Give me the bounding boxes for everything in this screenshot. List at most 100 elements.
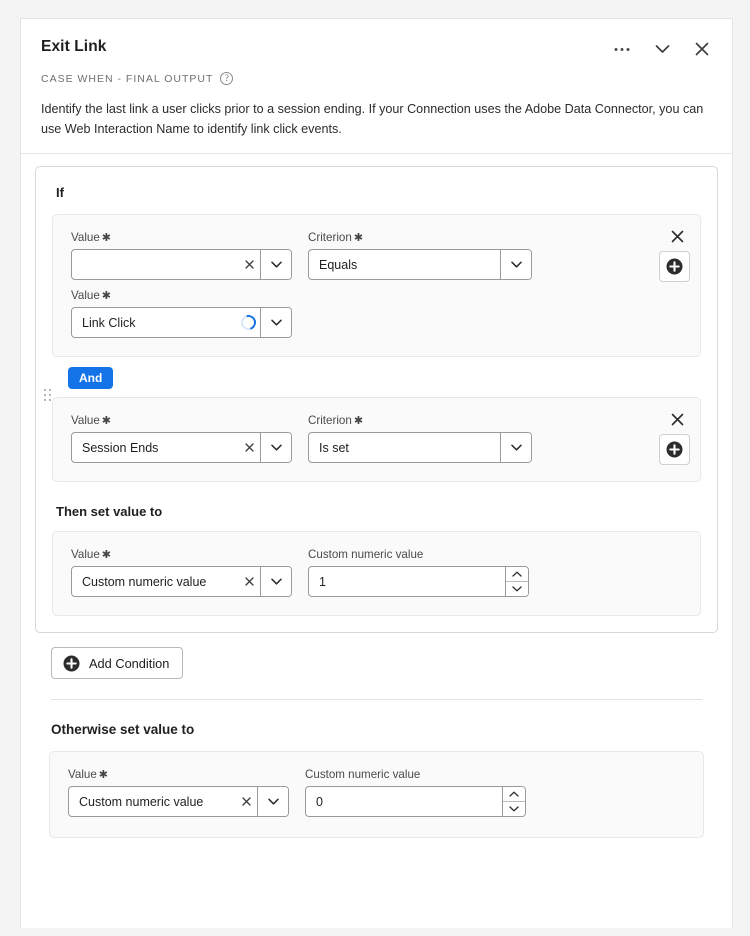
drag-handle-icon[interactable] bbox=[44, 389, 52, 407]
criterion-combobox-1-text[interactable]: Equals bbox=[309, 250, 500, 279]
operator-row: And bbox=[44, 367, 701, 401]
panel-description: Identify the last link a user clicks pri… bbox=[41, 102, 704, 136]
label-text: Value bbox=[71, 231, 100, 244]
value-combobox-2-text[interactable]: Session Ends bbox=[72, 433, 238, 462]
chevron-down-icon[interactable] bbox=[257, 787, 288, 816]
otherwise-value-combobox-text[interactable]: Custom numeric value bbox=[69, 787, 235, 816]
criterion-combobox-2-text[interactable]: Is set bbox=[309, 433, 500, 462]
value-combobox-1b-text[interactable]: Link Click bbox=[72, 308, 236, 337]
criterion-field-group-2: Criterion ✱ Is set bbox=[308, 414, 532, 463]
chevron-down-icon[interactable] bbox=[260, 433, 291, 462]
condition-group-1: Value ✱ Value ✱ Link Click Criterion ✱ E… bbox=[52, 214, 701, 357]
chevron-down-icon[interactable] bbox=[500, 433, 531, 462]
label-text: Value bbox=[68, 768, 97, 781]
field-label: Value ✱ bbox=[71, 289, 292, 302]
then-numeric-input-value[interactable]: 1 bbox=[309, 567, 505, 596]
page-title: Exit Link bbox=[41, 38, 107, 55]
otherwise-numeric-stepper bbox=[502, 787, 525, 816]
ellipsis-icon[interactable] bbox=[612, 39, 632, 59]
then-value-field-group: Value ✱ Custom numeric value bbox=[71, 548, 292, 597]
if-section-label: If bbox=[56, 185, 64, 200]
then-numeric-input[interactable]: 1 bbox=[308, 566, 529, 597]
chevron-down-icon[interactable] bbox=[506, 582, 528, 596]
loading-spinner-icon bbox=[236, 308, 260, 337]
then-row: Value ✱ Custom numeric value Custom nume… bbox=[71, 548, 684, 597]
add-condition-label: Add Condition bbox=[89, 655, 170, 671]
field-label: Custom numeric value bbox=[305, 768, 421, 781]
add-condition-button[interactable]: Add Condition bbox=[51, 647, 184, 679]
chevron-down-icon[interactable] bbox=[260, 308, 291, 337]
required-marker: ✱ bbox=[101, 549, 112, 561]
chevron-down-icon[interactable] bbox=[500, 250, 531, 279]
value-field-group-1: Value ✱ Value ✱ Link Click bbox=[71, 231, 292, 338]
panel-subtitle: CASE WHEN - FINAL OUTPUT bbox=[41, 72, 214, 85]
field-label: Value ✱ bbox=[71, 548, 292, 561]
required-marker: ✱ bbox=[353, 232, 364, 244]
field-label: Value ✱ bbox=[68, 768, 289, 781]
condition-group-2: Value ✱ Session Ends Criterion ✱ Is set bbox=[52, 397, 701, 482]
value-combobox-1[interactable] bbox=[71, 249, 292, 280]
label-text: Criterion bbox=[308, 414, 352, 427]
exit-link-panel: Exit Link CASE WHEN - FINAL OUTPUT ? Ide… bbox=[20, 18, 733, 928]
plus-circle-icon bbox=[63, 655, 80, 672]
required-marker: ✱ bbox=[101, 415, 112, 427]
otherwise-numeric-field-group: Custom numeric value 0 bbox=[305, 768, 526, 817]
close-icon[interactable] bbox=[692, 39, 712, 59]
close-icon[interactable] bbox=[238, 567, 260, 596]
chevron-down-icon[interactable] bbox=[260, 250, 291, 279]
chevron-down-icon[interactable] bbox=[260, 567, 291, 596]
then-group: Value ✱ Custom numeric value Custom nume… bbox=[52, 531, 701, 616]
required-marker: ✱ bbox=[353, 415, 364, 427]
field-label: Value ✱ bbox=[71, 414, 292, 427]
remove-condition-button-2[interactable] bbox=[668, 410, 686, 428]
label-text: Value bbox=[71, 548, 100, 561]
divider bbox=[51, 699, 702, 700]
then-value-combobox-text[interactable]: Custom numeric value bbox=[72, 567, 238, 596]
otherwise-row: Value ✱ Custom numeric value Custom nume… bbox=[68, 768, 687, 817]
value-combobox-1b[interactable]: Link Click bbox=[71, 307, 292, 338]
otherwise-numeric-input-value[interactable]: 0 bbox=[306, 787, 502, 816]
then-section-label: Then set value to bbox=[56, 504, 163, 519]
add-subcondition-button-2[interactable] bbox=[659, 434, 690, 465]
field-label: Criterion ✱ bbox=[308, 231, 532, 244]
otherwise-group: Value ✱ Custom numeric value Custom nume… bbox=[49, 751, 704, 838]
title-row: Exit Link bbox=[41, 37, 712, 59]
value-combobox-2[interactable]: Session Ends bbox=[71, 432, 292, 463]
chevron-up-icon[interactable] bbox=[503, 787, 525, 802]
otherwise-section-label: Otherwise set value to bbox=[51, 722, 195, 737]
otherwise-numeric-input[interactable]: 0 bbox=[305, 786, 526, 817]
operator-chip-and[interactable]: And bbox=[68, 367, 114, 389]
value-combobox-1-text[interactable] bbox=[72, 250, 238, 279]
help-circle-icon[interactable]: ? bbox=[220, 72, 234, 85]
page-root: Exit Link CASE WHEN - FINAL OUTPUT ? Ide… bbox=[0, 0, 750, 936]
subtitle-row: CASE WHEN - FINAL OUTPUT ? bbox=[41, 72, 712, 85]
chevron-down-icon[interactable] bbox=[503, 802, 525, 816]
chevron-down-icon[interactable] bbox=[652, 39, 672, 59]
value-field-group-2: Value ✱ Session Ends bbox=[71, 414, 292, 463]
add-subcondition-button-1[interactable] bbox=[659, 251, 690, 282]
panel-body: If Value ✱ Value ✱ Link Click Criterion … bbox=[21, 154, 732, 838]
label-text: Criterion bbox=[308, 231, 352, 244]
then-numeric-field-group: Custom numeric value 1 bbox=[308, 548, 529, 597]
close-icon[interactable] bbox=[235, 787, 257, 816]
label-text: Value bbox=[71, 414, 100, 427]
criterion-field-group-1: Criterion ✱ Equals bbox=[308, 231, 532, 280]
if-panel: If Value ✱ Value ✱ Link Click Criterion … bbox=[35, 166, 718, 633]
field-label: Custom numeric value bbox=[308, 548, 424, 561]
remove-condition-button-1[interactable] bbox=[668, 227, 686, 245]
close-icon[interactable] bbox=[238, 250, 260, 279]
chevron-up-icon[interactable] bbox=[506, 567, 528, 582]
then-value-combobox[interactable]: Custom numeric value bbox=[71, 566, 292, 597]
otherwise-value-field-group: Value ✱ Custom numeric value bbox=[68, 768, 289, 817]
field-label: Value ✱ bbox=[71, 231, 292, 244]
panel-header: Exit Link CASE WHEN - FINAL OUTPUT ? Ide… bbox=[21, 19, 732, 154]
then-numeric-stepper bbox=[505, 567, 528, 596]
required-marker: ✱ bbox=[101, 290, 112, 302]
required-marker: ✱ bbox=[98, 769, 109, 781]
condition-row: Value ✱ Value ✱ Link Click Criterion ✱ E… bbox=[71, 231, 684, 338]
close-icon[interactable] bbox=[238, 433, 260, 462]
criterion-combobox-2[interactable]: Is set bbox=[308, 432, 532, 463]
otherwise-value-combobox[interactable]: Custom numeric value bbox=[68, 786, 289, 817]
required-marker: ✱ bbox=[101, 232, 112, 244]
criterion-combobox-1[interactable]: Equals bbox=[308, 249, 532, 280]
